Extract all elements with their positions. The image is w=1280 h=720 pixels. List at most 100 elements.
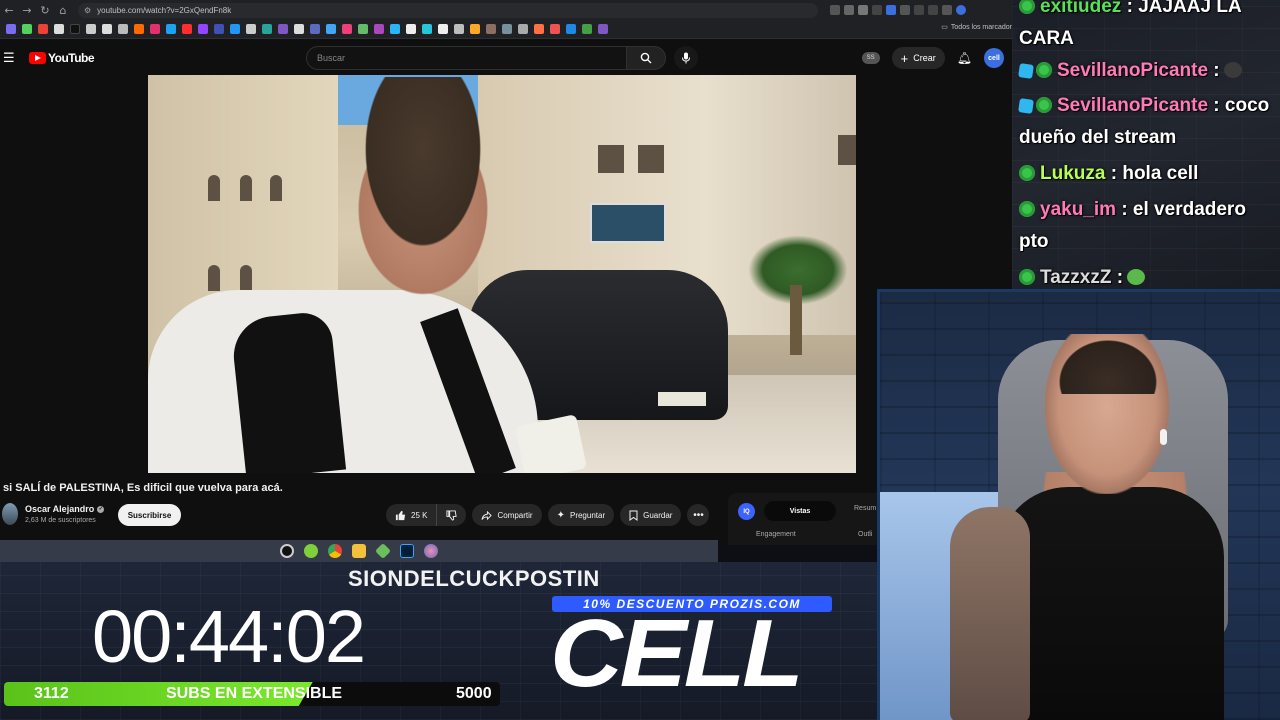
bookmark-icon[interactable] bbox=[390, 24, 400, 34]
dislike-button[interactable] bbox=[437, 504, 466, 526]
chat-username[interactable]: exitiudez bbox=[1040, 0, 1121, 17]
webcam-tank-top bbox=[998, 487, 1224, 720]
extension-icon[interactable] bbox=[872, 5, 882, 15]
like-button[interactable]: 25 K bbox=[386, 504, 438, 526]
twitch-icon[interactable] bbox=[198, 24, 208, 34]
extension-icon[interactable] bbox=[942, 5, 952, 15]
tiktok-icon[interactable] bbox=[70, 24, 80, 34]
bookmark-icon[interactable] bbox=[166, 24, 176, 34]
subscriber-badge-icon bbox=[1036, 97, 1052, 113]
bookmark-icon[interactable] bbox=[262, 24, 272, 34]
search-input[interactable] bbox=[306, 46, 626, 70]
engagement-label: Engagement bbox=[756, 531, 796, 538]
chrome-icon[interactable] bbox=[328, 544, 342, 558]
bookmark-icon[interactable] bbox=[566, 24, 576, 34]
profile-icon[interactable] bbox=[956, 5, 966, 15]
notifications-bell-icon[interactable]: 🔔︎ bbox=[957, 51, 972, 65]
bookmark-icon[interactable] bbox=[406, 24, 416, 34]
app-icon[interactable] bbox=[424, 544, 438, 558]
share-button[interactable]: Compartir bbox=[472, 504, 542, 526]
menu-icon[interactable]: ☰ bbox=[3, 51, 17, 66]
bookmark-icon[interactable] bbox=[342, 24, 352, 34]
channel-avatar[interactable] bbox=[2, 503, 18, 525]
bookmark-icon[interactable] bbox=[486, 24, 496, 34]
bookmark-icon[interactable] bbox=[246, 24, 256, 34]
gmail-icon[interactable] bbox=[38, 24, 48, 34]
chat-text: : bbox=[1116, 267, 1124, 288]
iq-logo-icon[interactable]: IQ bbox=[738, 503, 755, 520]
bookmark-icon[interactable] bbox=[86, 24, 96, 34]
bookmark-icon[interactable] bbox=[278, 24, 288, 34]
extension-icon[interactable] bbox=[886, 5, 896, 15]
chat-username[interactable]: yaku_im bbox=[1040, 199, 1116, 220]
bookmark-icon[interactable] bbox=[518, 24, 528, 34]
bookmark-icon[interactable] bbox=[438, 24, 448, 34]
bookmark-icon[interactable] bbox=[454, 24, 464, 34]
reload-icon[interactable]: ↻ bbox=[36, 1, 54, 19]
account-avatar[interactable]: cell bbox=[984, 48, 1004, 68]
bookmark-icon[interactable] bbox=[598, 24, 608, 34]
bookmark-star-icon[interactable] bbox=[858, 5, 868, 15]
chat-username[interactable]: SevillanoPicante bbox=[1057, 60, 1208, 81]
youtube-icon[interactable] bbox=[182, 24, 192, 34]
obs-icon[interactable] bbox=[280, 544, 294, 558]
chat-message: SevillanoPicante : bbox=[1018, 55, 1277, 87]
bookmark-icon[interactable] bbox=[134, 24, 144, 34]
bookmark-icon[interactable] bbox=[374, 24, 384, 34]
bookmark-icon[interactable] bbox=[422, 24, 432, 34]
bookmark-icon[interactable] bbox=[118, 24, 128, 34]
bookmark-icon[interactable] bbox=[326, 24, 336, 34]
all-bookmarks[interactable]: ▭ Todos los marcador bbox=[941, 23, 1012, 32]
x-icon[interactable] bbox=[54, 24, 64, 34]
app-icon[interactable] bbox=[375, 543, 391, 559]
bookmark-icon[interactable] bbox=[102, 24, 112, 34]
tab-resumen[interactable]: Resum bbox=[854, 505, 876, 512]
bookmark-icon[interactable] bbox=[582, 24, 592, 34]
bookmark-icon[interactable] bbox=[6, 24, 16, 34]
bookmark-icon[interactable] bbox=[550, 24, 560, 34]
share-icon bbox=[481, 510, 493, 520]
puzzle-icon[interactable] bbox=[914, 5, 924, 15]
channel-name-row[interactable]: Oscar Alejandro ✓ bbox=[25, 504, 105, 514]
create-button[interactable]: + Crear bbox=[891, 47, 945, 69]
save-button[interactable]: Guardar bbox=[620, 504, 682, 526]
extension-icon[interactable] bbox=[928, 5, 938, 15]
voice-search-button[interactable] bbox=[674, 46, 698, 70]
bookmark-icon[interactable] bbox=[534, 24, 544, 34]
home-icon[interactable]: ⌂ bbox=[54, 1, 72, 19]
video-player[interactable] bbox=[148, 75, 856, 473]
bookmark-icon[interactable] bbox=[470, 24, 480, 34]
search-button[interactable] bbox=[626, 46, 666, 70]
chat-username[interactable]: TazzxzZ bbox=[1040, 267, 1111, 288]
chat-username[interactable]: SevillanoPicante bbox=[1057, 95, 1208, 116]
bookmark-icon[interactable] bbox=[214, 24, 224, 34]
chat-username[interactable]: Lukuza bbox=[1040, 163, 1105, 184]
subscriber-badge-icon bbox=[1019, 201, 1035, 217]
instagram-icon[interactable] bbox=[150, 24, 160, 34]
url-bar[interactable]: ⚙ youtube.com/watch?v=2GxQendFn8k bbox=[78, 2, 818, 18]
bookmark-icon[interactable] bbox=[358, 24, 368, 34]
bookmark-icon[interactable] bbox=[22, 24, 32, 34]
youtube-logo[interactable]: YouTube bbox=[29, 51, 95, 65]
bookmark-icon[interactable] bbox=[230, 24, 240, 34]
tab-vistas[interactable]: Vistas bbox=[764, 501, 836, 521]
bookmark-icon[interactable] bbox=[294, 24, 304, 34]
search-icon bbox=[640, 52, 652, 64]
subscribe-button[interactable]: Suscribirse bbox=[118, 504, 181, 526]
back-icon[interactable]: ← bbox=[0, 1, 18, 19]
site-info-icon[interactable]: ⚙ bbox=[84, 6, 91, 15]
bookmark-icon[interactable] bbox=[502, 24, 512, 34]
ask-button[interactable]: ✦ Preguntar bbox=[547, 504, 615, 526]
photoshop-icon[interactable] bbox=[400, 544, 414, 558]
webcam-feed bbox=[877, 289, 1280, 720]
share-page-icon[interactable] bbox=[844, 5, 854, 15]
ss-badge[interactable]: SS bbox=[861, 52, 880, 64]
folder-icon[interactable] bbox=[352, 544, 366, 558]
zoom-icon[interactable] bbox=[830, 5, 840, 15]
extension-icon[interactable] bbox=[900, 5, 910, 15]
bookmark-icon[interactable] bbox=[310, 24, 320, 34]
more-options-button[interactable]: ••• bbox=[687, 504, 710, 526]
chat-message: exitiudez : JAJAAJ LA CARA bbox=[1019, 0, 1277, 55]
forward-icon[interactable]: → bbox=[18, 1, 36, 19]
app-icon[interactable] bbox=[304, 544, 318, 558]
